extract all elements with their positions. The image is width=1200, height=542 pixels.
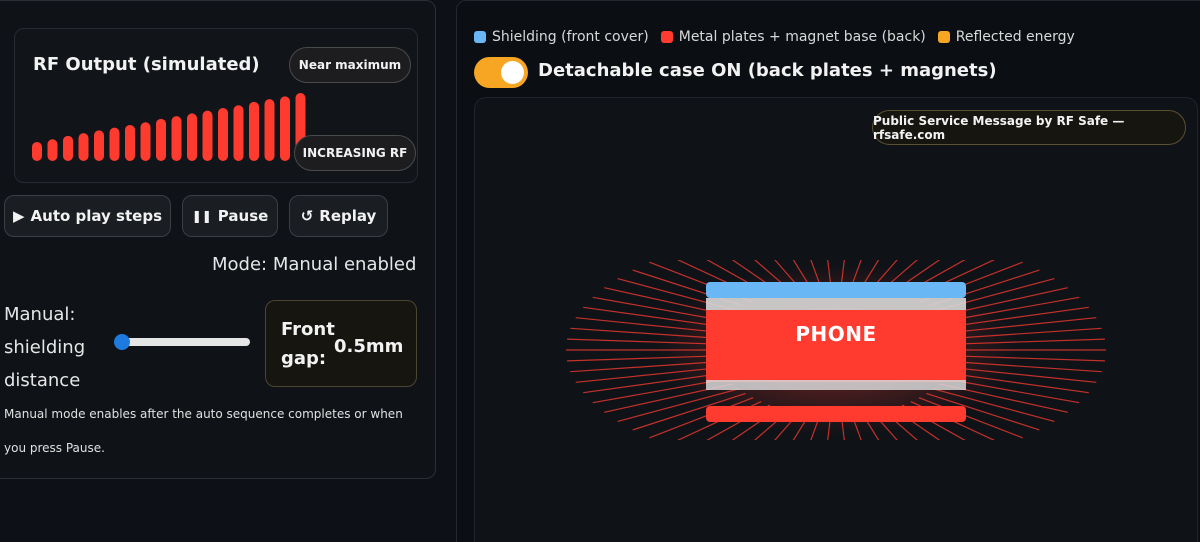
rf-bar — [264, 99, 275, 161]
rf-bar — [32, 141, 42, 161]
replay-label: Replay — [319, 207, 377, 225]
rf-bar — [218, 107, 228, 161]
rf-bar — [233, 105, 244, 161]
legend-label: Metal plates + magnet base (back) — [678, 29, 926, 45]
detachable-case-toggle[interactable] — [474, 57, 528, 88]
manual-mode-note: Manual mode enables after the auto seque… — [4, 407, 403, 455]
rf-bar — [171, 116, 182, 161]
detachable-case-label: Detachable case ON (back plates + magnet… — [538, 60, 997, 81]
pause-icon: ❚❚ — [191, 209, 212, 223]
phone-label: PHONE — [795, 322, 877, 346]
legend-item-metal-plates: Metal plates + magnet base (back) — [660, 29, 926, 45]
front-gap-readout: Front gap: 0.5mm — [265, 300, 417, 387]
shielding-front-cover — [706, 282, 966, 298]
rf-bar — [187, 113, 197, 161]
rf-bar — [249, 101, 259, 161]
rf-bar — [78, 133, 89, 161]
legend-swatch — [474, 31, 486, 43]
rf-bar — [280, 96, 290, 161]
back-plate — [706, 406, 966, 422]
rf-output-card: RF Output (simulated) Near maximum INCRE… — [14, 28, 418, 183]
rf-bar — [125, 124, 135, 161]
replay-icon: ↺ — [300, 207, 314, 225]
pause-button[interactable]: ❚❚ Pause — [182, 195, 278, 237]
replay-button[interactable]: ↺ Replay — [289, 195, 388, 237]
rf-bar — [47, 139, 58, 161]
phone-body — [706, 310, 966, 382]
toggle-knob — [501, 61, 524, 84]
pause-label: Pause — [217, 207, 269, 225]
front-gap-value: 0.5mm — [334, 336, 404, 357]
slider-thumb[interactable] — [114, 334, 130, 350]
rf-output-title: RF Output (simulated) — [33, 54, 260, 75]
rf-trend-badge: INCREASING RF — [294, 135, 416, 171]
upper-gap-stripes — [706, 298, 966, 310]
mode-status: Mode: Manual enabled — [212, 254, 417, 275]
rf-bar — [202, 110, 213, 161]
auto-play-label: Auto play steps — [30, 207, 162, 225]
legend: Shielding (front cover) Metal plates + m… — [474, 29, 1075, 45]
shielding-distance-label: Manual: shielding distance — [4, 304, 86, 391]
play-icon: ▶ — [12, 207, 25, 225]
rf-bar — [94, 130, 104, 161]
rf-bar — [63, 135, 73, 161]
auto-play-button[interactable]: ▶ Auto play steps — [4, 195, 171, 237]
psa-badge: Public Service Message by RF Safe — rfsa… — [872, 110, 1186, 145]
shielding-distance-slider[interactable] — [118, 338, 250, 346]
legend-item-reflected: Reflected energy — [937, 29, 1075, 45]
lower-gap-stripes — [706, 380, 966, 390]
legend-item-shielding: Shielding (front cover) — [474, 29, 649, 45]
rf-bar — [109, 127, 120, 161]
legend-label: Shielding (front cover) — [492, 29, 649, 45]
rf-status-badge: Near maximum — [289, 47, 411, 83]
phone-diagram — [566, 260, 1106, 440]
rf-bar — [140, 122, 151, 161]
rf-bar — [156, 118, 166, 161]
legend-swatch — [937, 31, 950, 43]
legend-label: Reflected energy — [955, 29, 1075, 45]
legend-swatch — [660, 31, 673, 43]
rf-output-bars — [32, 93, 306, 161]
